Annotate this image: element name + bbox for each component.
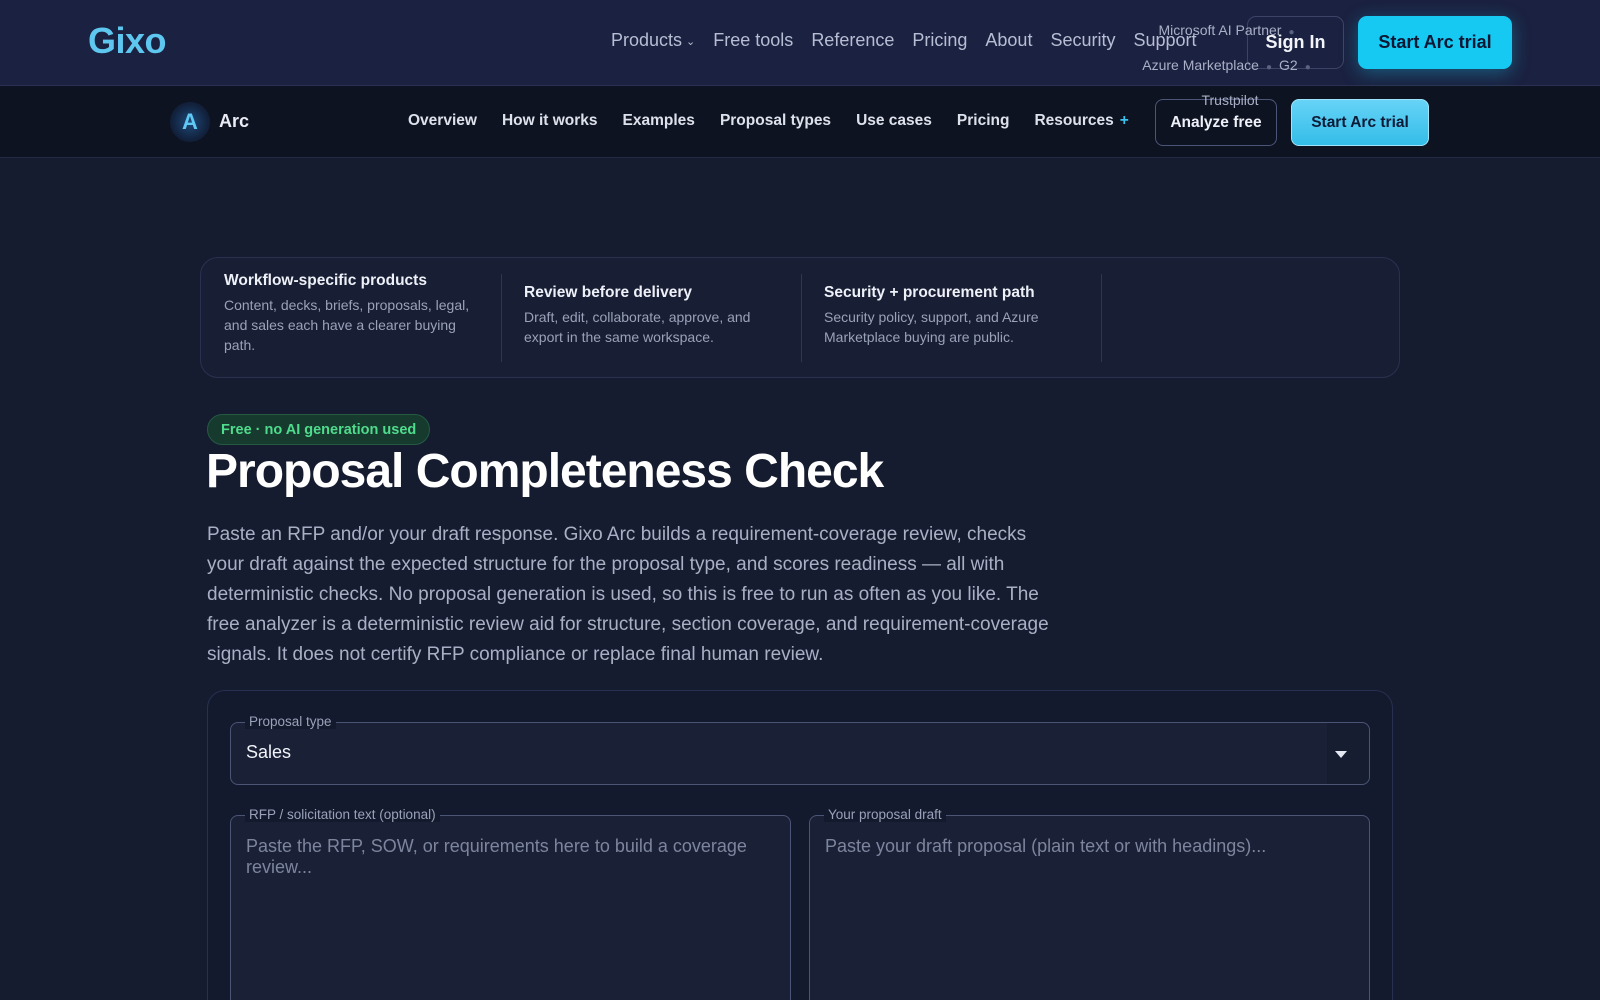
- subnav-proposal-types[interactable]: Proposal types: [720, 112, 831, 130]
- start-trial-button[interactable]: Start Arc trial: [1358, 16, 1512, 69]
- proposal-type-value: Sales: [246, 742, 292, 762]
- trust-item-title: Workflow-specific products: [224, 272, 427, 289]
- badge-azure[interactable]: Azure Marketplace: [1142, 57, 1259, 73]
- separator-dot: ●: [1304, 62, 1311, 73]
- subnav-pricing[interactable]: Pricing: [957, 112, 1010, 130]
- partner-badges: Microsoft AI Partner ● Azure Marketplace ●…: [1090, 14, 1370, 116]
- trust-item-security: Security + procurement path Security pol…: [824, 284, 1084, 347]
- trust-item-workflow: Workflow-specific products Content, deck…: [224, 272, 484, 355]
- trust-item-review: Review before delivery Draft, edit, coll…: [524, 284, 784, 347]
- proposal-draft-input[interactable]: [809, 815, 1370, 1000]
- product-nav: Overview How it works Examples Proposal …: [408, 112, 1129, 130]
- nav-products[interactable]: Products ⌄: [611, 30, 695, 51]
- page-title: Proposal Completeness Check: [206, 445, 884, 498]
- nav-free-tools[interactable]: Free tools: [713, 30, 793, 51]
- chevron-down-icon: ⌄: [686, 36, 696, 48]
- nav-pricing[interactable]: Pricing: [912, 30, 967, 51]
- trust-strip: Workflow-specific products Content, deck…: [200, 257, 1400, 378]
- subnav-examples[interactable]: Examples: [623, 112, 695, 130]
- trust-item-text: Content, decks, briefs, proposals, legal…: [224, 297, 470, 353]
- trust-item-text: Draft, edit, collaborate, approve, and e…: [524, 309, 751, 345]
- trust-item-text: Security policy, support, and Azure Mark…: [824, 309, 1039, 345]
- subnav-how-it-works[interactable]: How it works: [502, 112, 598, 130]
- subnav-use-cases[interactable]: Use cases: [856, 112, 932, 130]
- product-name[interactable]: Arc: [219, 111, 249, 132]
- page-description: Paste an RFP and/or your draft response.…: [207, 524, 1049, 665]
- rfp-text-label: RFP / solicitation text (optional): [245, 807, 440, 822]
- subnav-overview[interactable]: Overview: [408, 112, 477, 130]
- divider: [501, 274, 502, 362]
- divider: [801, 274, 802, 362]
- proposal-draft-label: Your proposal draft: [824, 807, 946, 822]
- proposal-type-label: Proposal type: [245, 714, 336, 729]
- trust-item-title: Review before delivery: [524, 284, 692, 301]
- nav-products-label: Products: [611, 30, 683, 50]
- divider: [1101, 274, 1102, 362]
- rfp-text-input[interactable]: [230, 815, 791, 1000]
- nav-about[interactable]: About: [985, 30, 1032, 51]
- separator-dot: ●: [1288, 27, 1295, 38]
- nav-reference[interactable]: Reference: [811, 30, 894, 51]
- badge-g2[interactable]: G2: [1279, 57, 1298, 73]
- brand-logo[interactable]: Gixo: [88, 20, 167, 62]
- arc-logo-icon[interactable]: A: [170, 102, 210, 142]
- caret-down-icon[interactable]: [1335, 751, 1347, 758]
- separator-dot: ●: [1265, 62, 1273, 73]
- select-arrow-zone[interactable]: [1327, 723, 1369, 784]
- badge-microsoft[interactable]: Microsoft AI Partner: [1159, 22, 1282, 38]
- proposal-type-select[interactable]: Sales: [230, 722, 1370, 785]
- free-badge: Free · no AI generation used: [207, 414, 431, 445]
- trust-item-title: Security + procurement path: [824, 284, 1035, 301]
- badge-trustpilot[interactable]: Trustpilot: [1201, 92, 1258, 108]
